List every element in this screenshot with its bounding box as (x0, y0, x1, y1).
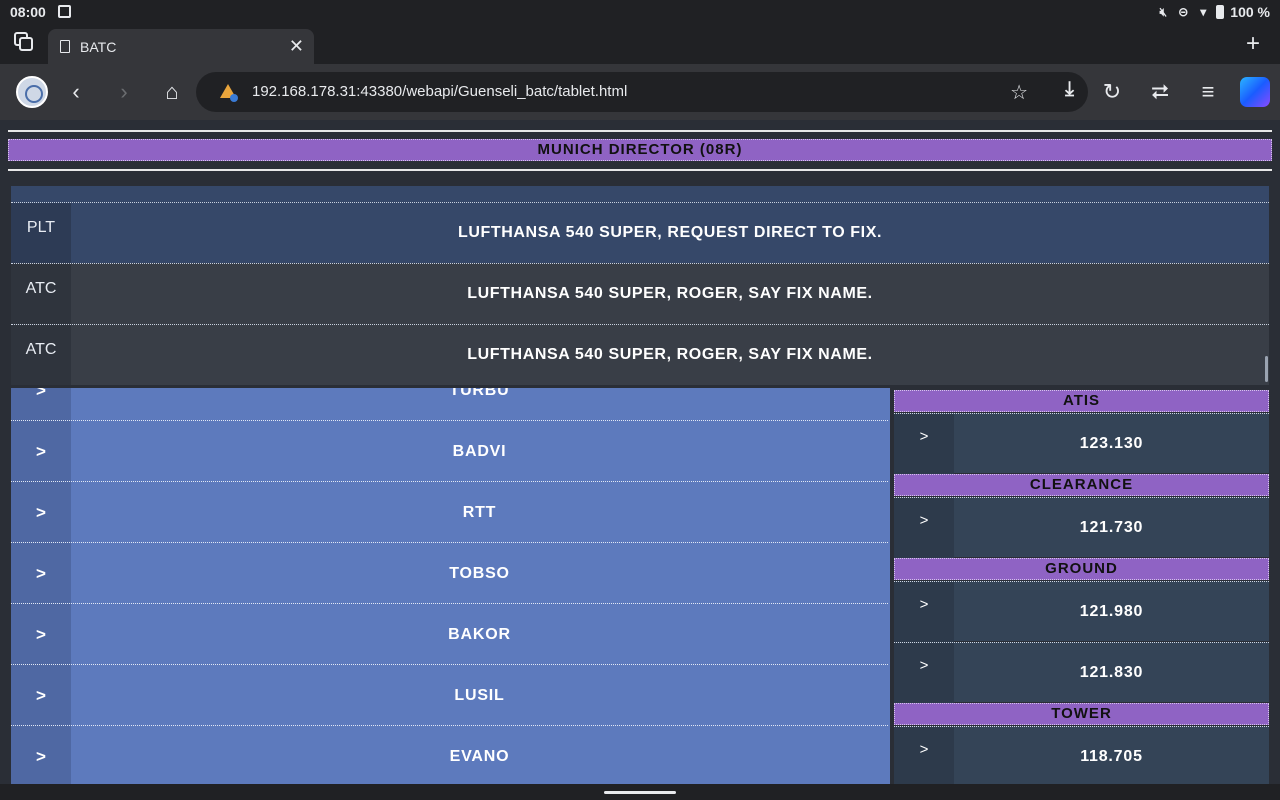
freq-select-arrow[interactable]: > (894, 414, 954, 474)
bookmark-star-icon[interactable]: ☆ (1010, 80, 1028, 105)
fix-select-arrow[interactable]: > (11, 421, 71, 482)
share-icon[interactable]: ⮂ (1146, 78, 1174, 106)
fix-name[interactable]: EVANO (71, 726, 888, 784)
site-logo-icon[interactable] (16, 76, 48, 108)
fix-name[interactable]: TURBU (71, 388, 888, 421)
freq-value[interactable]: 121.980 (954, 582, 1269, 642)
freq-row[interactable]: > 118.705 (894, 726, 1269, 784)
back-icon[interactable]: ‹ (62, 78, 90, 106)
freq-value[interactable]: 121.730 (954, 498, 1269, 558)
fix-name[interactable]: BAKOR (71, 604, 888, 665)
browser-toolbar: ‹ › ⌂ 192.168.178.31:43380/webapi/Guense… (0, 64, 1280, 120)
log-speaker: ATC (11, 264, 71, 324)
fix-select-arrow[interactable]: > (11, 482, 71, 543)
reload-icon[interactable]: ↻ (1098, 78, 1126, 106)
freq-value[interactable]: 118.705 (954, 727, 1269, 784)
freq-row[interactable]: > 121.830 (894, 642, 1269, 703)
page-icon (60, 40, 70, 53)
battery-icon (1216, 5, 1225, 19)
log-speaker: PLT (11, 203, 71, 263)
battery-level: 100 % (1230, 4, 1270, 20)
status-bar: 08:00 🔇︎ ⊝ ▾ 100 % (0, 0, 1280, 24)
freq-header-tower: TOWER (894, 703, 1269, 725)
fix-item[interactable]: > RTT (11, 481, 888, 543)
freq-select-arrow[interactable]: > (894, 643, 954, 703)
freq-header-ground: GROUND (894, 558, 1269, 580)
divider (8, 169, 1272, 171)
copilot-icon[interactable] (1240, 77, 1270, 107)
fix-item[interactable]: > BAKOR (11, 603, 888, 665)
fix-select-arrow[interactable]: > (11, 726, 71, 784)
freq-select-arrow[interactable]: > (894, 727, 954, 784)
tab-strip: BATC ✕ + (0, 24, 1280, 64)
new-tab-icon[interactable]: + (1246, 30, 1260, 58)
close-tab-icon[interactable]: ✕ (289, 36, 304, 57)
mute-icon: 🔇︎ (1159, 5, 1168, 19)
navigation-bar (0, 784, 1280, 800)
log-message: LUFTHANSA 540 SUPER, ROGER, SAY FIX NAME… (467, 285, 873, 302)
log-entry: PLT LUFTHANSA 540 SUPER, REQUEST DIRECT … (11, 202, 1269, 263)
address-bar[interactable]: 192.168.178.31:43380/webapi/Guenseli_bat… (196, 72, 1088, 112)
fix-name[interactable]: RTT (71, 482, 888, 543)
radio-log[interactable]: PLT LUFTHANSA 540 SUPER, REQUEST DIRECT … (11, 186, 1269, 385)
do-not-disturb-icon: ⊝ (1178, 5, 1189, 19)
fix-select-arrow[interactable]: > (11, 388, 71, 421)
fix-select-arrow[interactable]: > (11, 543, 71, 604)
fix-list[interactable]: > TURBU > BADVI > RTT > TOBSO > BAKOR > … (11, 388, 890, 784)
fix-select-arrow[interactable]: > (11, 665, 71, 726)
status-time: 08:00 (10, 4, 46, 20)
site-info-dot (230, 94, 238, 102)
freq-value[interactable]: 121.830 (954, 643, 1269, 703)
fix-name[interactable]: LUSIL (71, 665, 888, 726)
fix-item[interactable]: > LUSIL (11, 664, 888, 726)
forward-icon[interactable]: › (110, 78, 138, 106)
tab-batc[interactable]: BATC ✕ (48, 29, 314, 64)
page-content: MUNICH DIRECTOR (08R) PLT LUFTHANSA 540 … (0, 120, 1280, 784)
tab-switcher-icon[interactable] (12, 30, 36, 54)
log-scrollbar[interactable] (1265, 356, 1268, 382)
download-icon[interactable]: ⤓ (1065, 78, 1074, 101)
fix-name[interactable]: BADVI (71, 421, 888, 482)
status-right: 🔇︎ ⊝ ▾ 100 % (1156, 4, 1270, 20)
log-entry: ATC LUFTHANSA 540 SUPER, ROGER, SAY FIX … (11, 263, 1269, 324)
fix-name[interactable]: TOBSO (71, 543, 888, 604)
freq-row[interactable]: > 121.980 (894, 581, 1269, 642)
gesture-handle[interactable] (604, 791, 676, 794)
fix-item[interactable]: > TOBSO (11, 542, 888, 604)
freq-header-atis: ATIS (894, 390, 1269, 412)
freq-row[interactable]: > 121.730 (894, 497, 1269, 558)
director-header: MUNICH DIRECTOR (08R) (8, 139, 1272, 161)
image-notification-icon (58, 5, 71, 18)
frequency-panel[interactable]: ATIS > 123.130 CLEARANCE > 121.730 GROUN… (894, 388, 1269, 784)
menu-icon[interactable]: ≡ (1194, 78, 1222, 106)
fix-select-arrow[interactable]: > (11, 604, 71, 665)
tab-title: BATC (80, 39, 117, 55)
wifi-icon: ▾ (1200, 5, 1207, 19)
log-entry: ATC LUFTHANSA 540 SUPER, ROGER, SAY FIX … (11, 324, 1269, 385)
freq-row[interactable]: > 123.130 (894, 413, 1269, 474)
log-message: LUFTHANSA 540 SUPER, REQUEST DIRECT TO F… (457, 224, 883, 241)
divider (8, 130, 1272, 132)
fix-item[interactable]: > BADVI (11, 420, 888, 482)
log-speaker: ATC (11, 325, 71, 385)
freq-select-arrow[interactable]: > (894, 498, 954, 558)
freq-select-arrow[interactable]: > (894, 582, 954, 642)
freq-value[interactable]: 123.130 (954, 414, 1269, 474)
url-text[interactable]: 192.168.178.31:43380/webapi/Guenseli_bat… (252, 83, 627, 100)
home-icon[interactable]: ⌂ (158, 78, 186, 106)
freq-header-clearance: CLEARANCE (894, 474, 1269, 496)
fix-item[interactable]: > TURBU (11, 388, 888, 421)
fix-item[interactable]: > EVANO (11, 725, 888, 784)
log-message: LUFTHANSA 540 SUPER, ROGER, SAY FIX NAME… (467, 346, 873, 363)
